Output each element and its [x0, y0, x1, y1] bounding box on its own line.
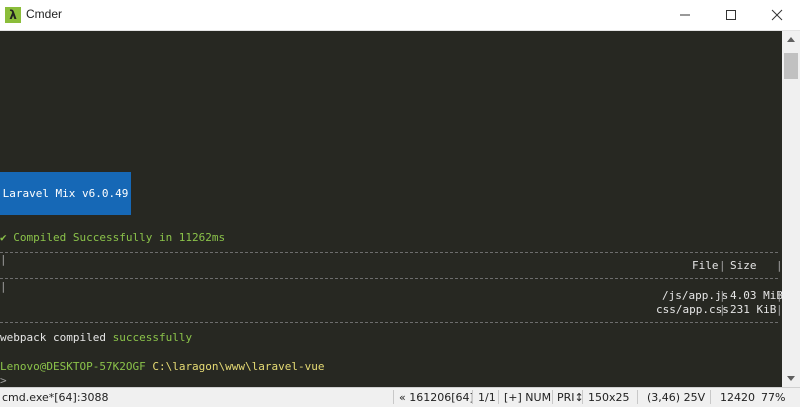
maximize-button[interactable] [708, 0, 754, 30]
prompt-line: Lenovo@DESKTOP-57K2OGF C:\laragon\www\la… [0, 360, 325, 373]
close-icon [771, 9, 783, 21]
table-row-size: 4.03 MiB [730, 289, 782, 302]
status-priority: PRI↕ [557, 391, 584, 404]
table-border-top [0, 252, 778, 253]
table-row-size: 231 KiB [730, 303, 777, 316]
minimize-button[interactable] [662, 0, 708, 30]
webpack-status: successfully [112, 331, 193, 344]
webpack-prefix: webpack compiled [0, 331, 113, 344]
close-button[interactable] [754, 0, 800, 30]
table-header-size: Size [730, 259, 757, 272]
status-page: 1/1 [478, 391, 496, 404]
table-border-bottom [0, 322, 778, 323]
status-process[interactable]: cmd.exe*[64]:3088 [2, 391, 109, 404]
prompt-path: C:\laragon\www\laravel-vue [145, 360, 325, 373]
vertical-scrollbar[interactable] [782, 31, 800, 387]
scroll-down-arrow-icon[interactable] [782, 370, 800, 387]
prompt-user: Lenovo@DESKTOP-57K2OGF [0, 360, 146, 373]
window-title: Cmder [26, 7, 63, 21]
scroll-up-arrow-icon[interactable] [782, 31, 800, 48]
console-area[interactable]: Laravel Mix v6.0.49 ✔ Compiled Successfu… [0, 31, 782, 387]
status-flags: [+] NUM [504, 391, 552, 404]
cmder-window: λ Cmder Laravel Mix v6.0.49 ✔ Compiled S… [0, 0, 800, 407]
compiled-message: ✔ Compiled Successfully in 11262ms [0, 231, 226, 244]
status-cursor: (3,46) 25V [647, 391, 706, 404]
laravel-mix-banner: Laravel Mix v6.0.49 [0, 172, 131, 215]
status-buffer: « 161206[64] [399, 391, 474, 404]
scrollbar-thumb[interactable] [784, 53, 798, 79]
table-header-file: File [692, 259, 719, 272]
minimize-icon [680, 14, 690, 16]
maximize-icon [726, 10, 736, 20]
status-zoom: 77% [761, 391, 786, 404]
cmder-lambda-icon[interactable]: λ [5, 7, 21, 23]
webpack-line: webpack compiled successfully [0, 331, 192, 344]
table-row-file: css/app.css [656, 303, 729, 316]
table-border-mid [0, 278, 778, 279]
status-pid: 12420 [720, 391, 755, 404]
status-size: 150x25 [588, 391, 630, 404]
status-bar: cmd.exe*[64]:3088 « 161206[64] 1/1 [+] N… [0, 387, 800, 407]
prompt-symbol[interactable]: > [0, 374, 7, 387]
title-bar[interactable]: λ Cmder [0, 0, 800, 31]
